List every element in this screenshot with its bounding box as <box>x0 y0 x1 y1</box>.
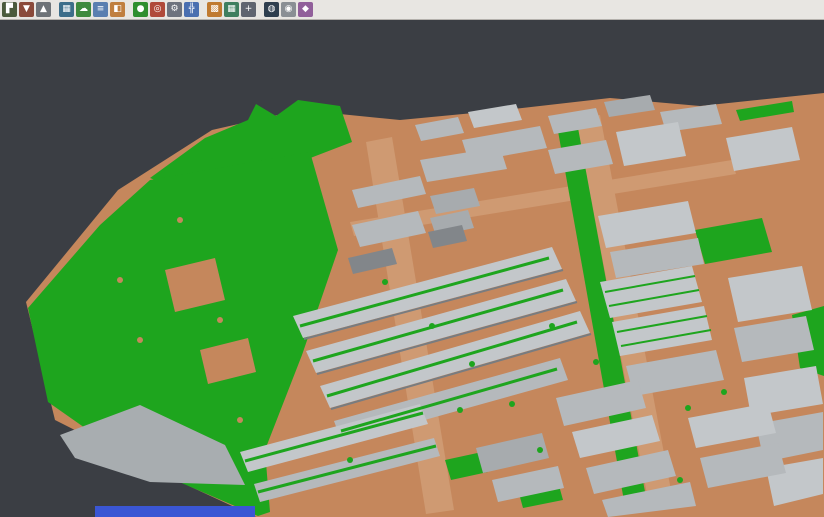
open-file-icon[interactable]: ▛ <box>2 2 17 17</box>
ground-speckle <box>137 337 143 343</box>
sphere-icon[interactable]: ● <box>133 2 148 17</box>
app-window: ▛▼▲▦☁≡◧●◎⚙╬▩▦+◍◉◆ <box>0 0 824 517</box>
target-icon[interactable]: ◎ <box>150 2 165 17</box>
ground-speckle <box>177 217 183 223</box>
point-cloud-icon[interactable]: ☁ <box>76 2 91 17</box>
save-icon[interactable]: ▼ <box>19 2 34 17</box>
ground-speckle <box>117 277 123 283</box>
layers-icon[interactable]: ▦ <box>59 2 74 17</box>
scene-svg <box>0 20 824 517</box>
veg-speckle <box>685 405 691 411</box>
veg-speckle <box>347 457 353 463</box>
crop-icon[interactable]: ▩ <box>207 2 222 17</box>
veg-speckle <box>593 359 599 365</box>
veg-speckle <box>457 407 463 413</box>
veg-speckle <box>721 389 727 395</box>
toolbar: ▛▼▲▦☁≡◧●◎⚙╬▩▦+◍◉◆ <box>0 0 824 20</box>
clipping-box-icon[interactable]: ◧ <box>110 2 125 17</box>
translate-icon[interactable]: ╬ <box>184 2 199 17</box>
veg-speckle <box>537 447 543 453</box>
veg-speckle <box>549 323 555 329</box>
veg-speckle <box>509 401 515 407</box>
globe-icon[interactable]: ◍ <box>264 2 279 17</box>
grid-icon[interactable]: ▦ <box>224 2 239 17</box>
bottom-blue-bar <box>95 506 255 517</box>
gear-icon[interactable]: ⚙ <box>167 2 182 17</box>
scalar-fields-icon[interactable]: ≡ <box>93 2 108 17</box>
ground-speckle <box>217 317 223 323</box>
veg-speckle <box>429 323 435 329</box>
veg-speckle <box>382 279 388 285</box>
snapshot-icon[interactable]: ◉ <box>281 2 296 17</box>
veg-speckle <box>469 361 475 367</box>
veg-speckle <box>677 477 683 483</box>
palette-icon[interactable]: ◆ <box>298 2 313 17</box>
3d-viewport[interactable] <box>0 20 824 517</box>
terrain-icon[interactable]: ▲ <box>36 2 51 17</box>
ground-speckle <box>237 417 243 423</box>
picker-icon[interactable]: + <box>241 2 256 17</box>
